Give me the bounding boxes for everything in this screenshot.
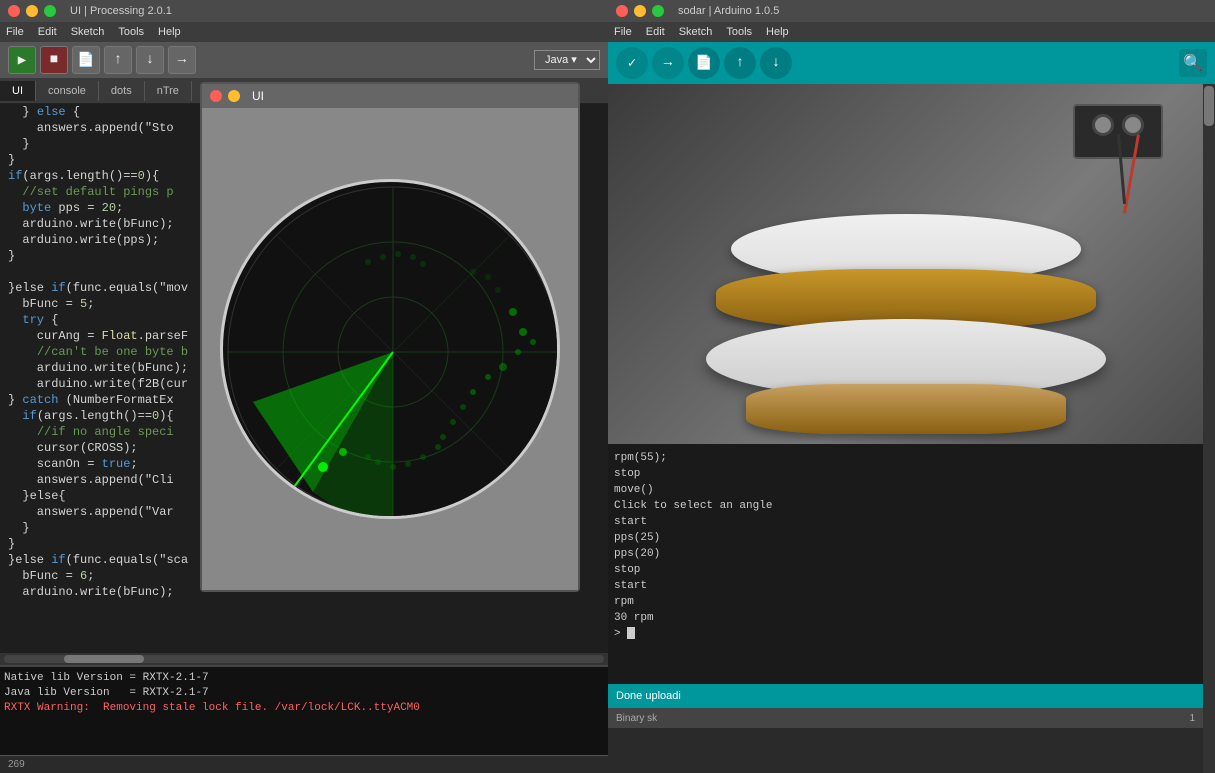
tab-ntre[interactable]: nTre (145, 81, 192, 101)
serial-monitor-button[interactable]: 🔍 (1179, 49, 1207, 77)
sensor-eye-left (1092, 114, 1114, 136)
console-line-2: Java lib Version = RXTX-2.1-7 (4, 686, 604, 701)
tab-console[interactable]: console (36, 81, 99, 101)
arduino-scrollbar[interactable] (1203, 84, 1215, 773)
radar-container[interactable] (220, 179, 560, 519)
menu-edit-processing[interactable]: Edit (38, 26, 57, 38)
a-console-line-10: rpm (614, 594, 1197, 610)
robot-photo (608, 84, 1203, 444)
a-console-line-2: stop (614, 466, 1197, 482)
upload-button[interactable]: → (652, 47, 684, 79)
minimize-btn-arduino[interactable] (634, 5, 646, 17)
save-button[interactable]: ↓ (136, 46, 164, 74)
a-console-line-5: start (614, 514, 1197, 530)
a-console-line-6: pps(25) (614, 530, 1197, 546)
arduino-line-number: 1 (1189, 713, 1195, 724)
processing-titlebar: UI | Processing 2.0.1 (0, 0, 608, 22)
console-line-1: Native lib Version = RXTX-2.1-7 (4, 671, 604, 686)
ui-window-title: UI (252, 89, 264, 103)
radar-display[interactable] (220, 179, 560, 519)
menu-file-processing[interactable]: File (6, 26, 24, 38)
maximize-btn-processing[interactable] (44, 5, 56, 17)
a-console-line-7: pps(20) (614, 546, 1197, 562)
menu-tools-processing[interactable]: Tools (118, 26, 144, 38)
a-console-line-4: Click to select an angle (614, 498, 1197, 514)
menu-sketch-arduino[interactable]: Sketch (679, 26, 713, 38)
save-sketch-button[interactable]: ↓ (760, 47, 792, 79)
play-button[interactable]: ▶ (8, 46, 36, 74)
a-console-line-3: move() (614, 482, 1197, 498)
stop-button[interactable]: ■ (40, 46, 68, 74)
minimize-ui-window[interactable] (228, 90, 240, 102)
new-button[interactable]: 📄 (72, 46, 100, 74)
processing-line-number: 269 (8, 759, 25, 770)
processing-statusbar: 269 (0, 755, 608, 773)
v-scroll-thumb[interactable] (1204, 86, 1214, 126)
arduino-status-text: Done uploadi (616, 690, 681, 702)
h-scroll-thumb[interactable] (64, 655, 144, 663)
java-selector[interactable]: Java ▾ (534, 50, 600, 70)
close-btn-processing[interactable] (8, 5, 20, 17)
arduino-ide: sodar | Arduino 1.0.5 File Edit Sketch T… (608, 0, 1215, 773)
processing-console: Native lib Version = RXTX-2.1-7 Java lib… (0, 665, 608, 755)
arduino-main-content: rpm(55); stop move() Click to select an … (608, 84, 1215, 773)
maximize-btn-arduino[interactable] (652, 5, 664, 17)
h-scroll-track (4, 655, 604, 663)
processing-title: UI | Processing 2.0.1 (70, 5, 172, 17)
tab-dots[interactable]: dots (99, 81, 145, 101)
ui-window-titlebar: UI (202, 84, 578, 108)
menu-help-arduino[interactable]: Help (766, 26, 789, 38)
console-line-3: RXTX Warning: Removing stale lock file. … (4, 701, 604, 716)
menu-sketch-processing[interactable]: Sketch (71, 26, 105, 38)
arduino-statusbar: Done uploadi (608, 684, 1203, 708)
export-button[interactable]: → (168, 46, 196, 74)
ui-window[interactable]: UI (200, 82, 580, 592)
close-btn-arduino[interactable] (616, 5, 628, 17)
arduino-console[interactable]: rpm(55); stop move() Click to select an … (608, 444, 1203, 684)
a-console-line-8: stop (614, 562, 1197, 578)
arduino-bottom-text: Binary sk (616, 713, 657, 724)
menu-edit-arduino[interactable]: Edit (646, 26, 665, 38)
a-console-prompt: > (614, 626, 1197, 642)
open-sketch-button[interactable]: ↑ (724, 47, 756, 79)
verify-button[interactable]: ✓ (616, 47, 648, 79)
menu-help-processing[interactable]: Help (158, 26, 181, 38)
a-console-line-9: start (614, 578, 1197, 594)
open-button[interactable]: ↑ (104, 46, 132, 74)
minimize-btn-processing[interactable] (26, 5, 38, 17)
console-cursor (627, 627, 635, 639)
arduino-titlebar: sodar | Arduino 1.0.5 (608, 0, 1215, 22)
arduino-main: rpm(55); stop move() Click to select an … (608, 84, 1203, 773)
menu-file-arduino[interactable]: File (614, 26, 632, 38)
new-sketch-button[interactable]: 📄 (688, 47, 720, 79)
processing-toolbar: ▶ ■ 📄 ↑ ↓ → Java ▾ (0, 42, 608, 78)
h-scrollbar-processing[interactable] (0, 653, 608, 665)
menu-tools-arduino[interactable]: Tools (726, 26, 752, 38)
robot-photo-area (608, 84, 1203, 444)
arduino-title: sodar | Arduino 1.0.5 (678, 5, 779, 17)
a-console-line-11: 30 rpm (614, 610, 1197, 626)
arduino-bottom-status: Binary sk 1 (608, 708, 1203, 728)
sensor-eye-right (1122, 114, 1144, 136)
processing-menubar: File Edit Sketch Tools Help (0, 22, 608, 42)
a-console-line-1: rpm(55); (614, 450, 1197, 466)
tab-ui[interactable]: UI (0, 81, 36, 101)
radar-svg (223, 182, 560, 519)
arduino-toolbar: ✓ → 📄 ↑ ↓ 🔍 (608, 42, 1215, 84)
close-ui-window[interactable] (210, 90, 222, 102)
robot-base (746, 384, 1066, 434)
arduino-menubar: File Edit Sketch Tools Help (608, 22, 1215, 42)
radar-content (202, 108, 578, 590)
